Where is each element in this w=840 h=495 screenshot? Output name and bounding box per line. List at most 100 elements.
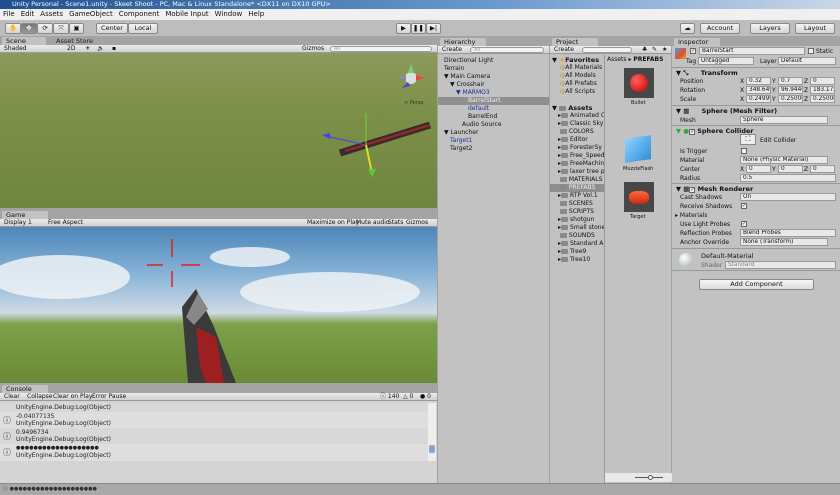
console-entry[interactable]: ⓘ -0.04077135 UnityEngine.Debug:Log(Object… <box>0 412 428 428</box>
info-count[interactable]: ⓘ 140 <box>380 393 399 401</box>
project-folder[interactable]: ▸ Animated C <box>550 112 604 120</box>
is-trigger-checkbox[interactable] <box>741 148 747 154</box>
assets-header[interactable]: ▼ Assets <box>552 104 592 112</box>
menu-help[interactable]: Help <box>248 10 264 18</box>
favorite-item[interactable]: ◎All Materials <box>560 64 602 71</box>
rotation-y-field[interactable]: 96.9446 <box>778 86 803 94</box>
menu-file[interactable]: File <box>3 10 15 18</box>
enabled-checkbox[interactable]: ✓ <box>689 187 696 193</box>
active-checkbox[interactable]: ✓ <box>690 48 696 54</box>
hierarchy-item[interactable]: Target2 <box>438 145 549 153</box>
light-probes-checkbox[interactable]: ✓ <box>741 221 747 227</box>
menu-assets[interactable]: Assets <box>40 10 63 18</box>
scale-tool-icon[interactable]: ⤧ <box>53 23 69 34</box>
pause-button[interactable]: ❚❚ <box>411 23 426 34</box>
menu-component[interactable]: Component <box>119 10 160 18</box>
icon-size-slider[interactable] <box>605 473 672 482</box>
project-folder[interactable]: ▸ Free_Speed <box>550 152 604 160</box>
name-field[interactable]: BarrelStart <box>699 47 805 55</box>
project-folder[interactable]: SOUNDS <box>550 232 604 240</box>
shading-dropdown[interactable]: Shaded <box>4 45 27 53</box>
hierarchy-item[interactable]: Audio Source <box>438 121 549 129</box>
hierarchy-search-input[interactable]: All <box>470 47 544 53</box>
radius-field[interactable]: 0.5 <box>740 174 836 182</box>
project-folder[interactable]: COLORS <box>550 128 604 136</box>
hierarchy-item[interactable]: default <box>438 105 549 113</box>
materials-foldout[interactable]: ▸ Materials <box>675 212 707 219</box>
receive-shadows-checkbox[interactable]: ✓ <box>741 203 747 209</box>
rotation-x-field[interactable]: 348.649 <box>746 86 771 94</box>
audio-toggle-icon[interactable]: 🔈 <box>97 45 104 53</box>
hierarchy-item[interactable]: Terrain <box>438 65 549 73</box>
prefab-bullet[interactable] <box>624 68 654 98</box>
rotate-tool-icon[interactable]: ⟳ <box>37 23 53 34</box>
effects-toggle-icon[interactable]: ▪ <box>112 45 116 53</box>
center-z-field[interactable]: 0 <box>810 165 835 173</box>
favorite-item[interactable]: ◎All Models <box>560 72 596 79</box>
stats-toggle[interactable]: Stats <box>388 219 403 227</box>
rect-tool-icon[interactable]: ▣ <box>69 23 84 34</box>
project-folder[interactable]: ▸ Small stone <box>550 224 604 232</box>
layer-dropdown[interactable]: Default <box>778 57 836 65</box>
tab-game[interactable]: Game <box>2 211 48 219</box>
aspect-dropdown[interactable]: Free Aspect <box>48 219 83 227</box>
create-dropdown[interactable]: Create <box>442 46 462 54</box>
hierarchy-item[interactable]: Directional Light <box>438 57 549 65</box>
mute-audio-toggle[interactable]: Mute audio <box>356 219 390 227</box>
project-folder[interactable]: ▸ shotgun <box>550 216 604 224</box>
position-x-field[interactable]: 0.32 <box>746 77 771 85</box>
clear-button[interactable]: Clear <box>4 393 20 401</box>
layers-dropdown[interactable]: Layers <box>750 23 790 34</box>
step-button[interactable]: ▶| <box>426 23 441 34</box>
display-dropdown[interactable]: Display 1 <box>4 219 32 227</box>
favorite-item[interactable]: ◎All Prefabs <box>560 80 597 87</box>
mesh-renderer-header[interactable]: ▼ ▦✓ Mesh Renderer <box>672 183 840 193</box>
hierarchy-item[interactable]: ▼ Launcher <box>438 129 549 137</box>
center-x-field[interactable]: 0 <box>746 165 771 173</box>
cast-shadows-dropdown[interactable]: On <box>740 193 836 201</box>
project-search-input[interactable] <box>582 47 632 53</box>
project-folder[interactable]: ▸ FreeMachin <box>550 160 604 168</box>
project-folder[interactable]: MATERIALS <box>550 176 604 184</box>
status-bar[interactable]: ⓘ ●●●●●●●●●●●●●●●●●●●● <box>0 483 840 495</box>
pivot-center-button[interactable]: Center <box>96 23 128 34</box>
reflection-probes-dropdown[interactable]: Blend Probes <box>740 229 836 237</box>
pivot-local-button[interactable]: Local <box>128 23 158 34</box>
maximize-on-play-toggle[interactable]: Maximize on Play <box>307 219 359 227</box>
gizmos-dropdown[interactable]: Gizmos <box>302 45 324 53</box>
warning-count[interactable]: △ 0 <box>403 393 413 401</box>
tag-dropdown[interactable]: Untagged <box>698 57 754 65</box>
clear-on-play-toggle[interactable]: Clear on Play <box>53 393 93 401</box>
account-dropdown[interactable]: Account <box>700 23 740 34</box>
project-folder[interactable]: ▸ ForesterSy <box>550 144 604 152</box>
hierarchy-item[interactable]: ▼ Main Camera <box>438 73 549 81</box>
hand-tool-icon[interactable]: ✋ <box>5 23 21 34</box>
collapse-button[interactable]: Collapse <box>27 393 53 401</box>
scale-x-field[interactable]: 0.24999 <box>746 95 771 103</box>
rotation-z-field[interactable]: 183.173 <box>810 86 835 94</box>
tab-hierarchy[interactable]: Hierarchy <box>440 38 486 46</box>
hierarchy-item[interactable]: ▼ Crosshair <box>438 81 549 89</box>
center-y-field[interactable]: 0 <box>778 165 803 173</box>
console-entry[interactable]: ⓘ 0.9496734 UnityEngine.Debug:Log(Object) <box>0 428 428 444</box>
project-folder[interactable]: ▸ Classic Sky <box>550 120 604 128</box>
add-component-button[interactable]: Add Component <box>699 279 814 290</box>
project-folder[interactable]: ▸ Standard A <box>550 240 604 248</box>
project-folder[interactable]: ▸ Editor <box>550 136 604 144</box>
scale-z-field[interactable]: 0.25000 <box>810 95 835 103</box>
hierarchy-item[interactable]: ▼ MARMO3 <box>438 89 549 97</box>
cloud-icon[interactable]: ☁ <box>680 23 695 34</box>
project-folder[interactable]: SCRIPTS <box>550 208 604 216</box>
tab-console[interactable]: Console <box>2 385 48 393</box>
favorites-header[interactable]: ▼ ★Favorites <box>552 56 599 64</box>
tab-asset-store[interactable]: Asset Store <box>52 37 102 45</box>
static-checkbox[interactable] <box>808 48 814 54</box>
persp-label[interactable]: < Persp <box>404 100 424 106</box>
enabled-checkbox[interactable]: ✓ <box>688 129 695 135</box>
2d-toggle[interactable]: 2D <box>67 45 75 53</box>
scene-view[interactable]: < Persp <box>0 53 437 208</box>
console-entry[interactable]: ⓘ ●●●●●●●●●●●●●●●●●●● UnityEngine.Debug:Lo… <box>0 444 428 461</box>
error-count[interactable]: ● 0 <box>420 393 431 401</box>
project-folder[interactable]: PREFABS <box>550 184 604 192</box>
scale-y-field[interactable]: 0.25000 <box>778 95 803 103</box>
